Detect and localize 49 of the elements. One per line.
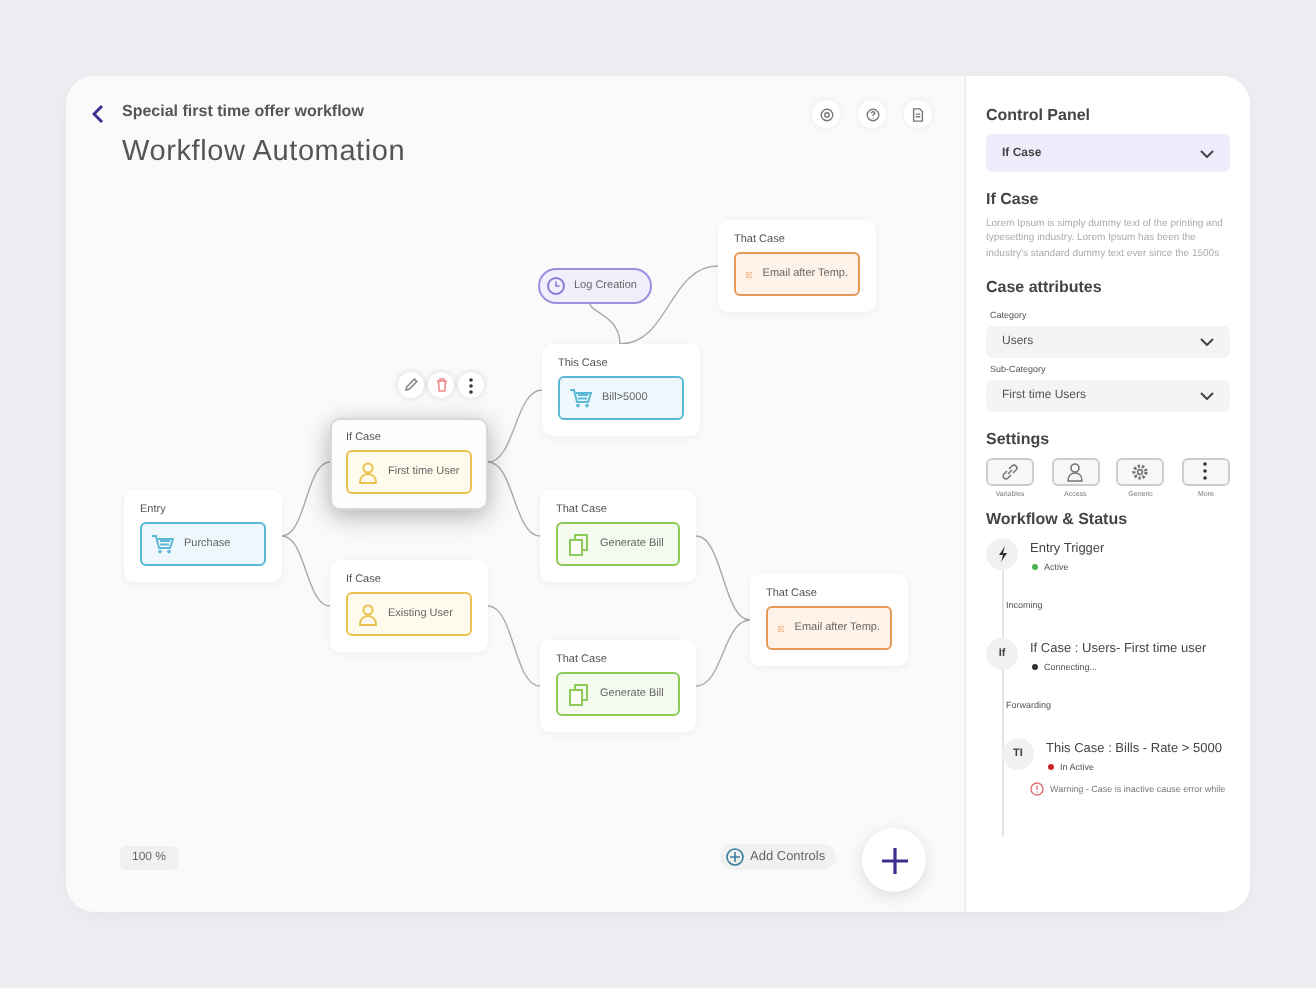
delete-button[interactable] xyxy=(428,372,454,398)
view-button[interactable] xyxy=(812,100,840,128)
more-icon xyxy=(468,377,474,393)
connector-line xyxy=(281,535,331,607)
document-stack-icon xyxy=(568,683,590,705)
more-button[interactable] xyxy=(458,372,484,398)
chevron-down-icon xyxy=(1200,149,1214,157)
settings-button[interactable] xyxy=(1051,457,1100,486)
settings-button[interactable] xyxy=(986,457,1034,486)
add-button[interactable] xyxy=(862,828,926,892)
settings-button[interactable] xyxy=(1181,457,1230,486)
person-icon xyxy=(358,603,378,625)
settings-button[interactable] xyxy=(1116,457,1165,486)
document-button[interactable] xyxy=(904,100,932,128)
cart-icon xyxy=(570,388,592,408)
connector-line xyxy=(487,389,543,463)
pencil-icon xyxy=(404,378,418,392)
document-icon xyxy=(912,107,924,121)
gear-icon xyxy=(1130,461,1151,482)
cart-icon xyxy=(152,534,174,554)
edit-button[interactable] xyxy=(398,372,424,398)
section-heading: If Case xyxy=(986,190,1041,208)
connector-line xyxy=(281,461,331,537)
breadcrumb: Special first time offer workflow xyxy=(122,102,364,120)
lightning-icon xyxy=(997,545,1007,562)
connector-line xyxy=(695,535,751,621)
chevron-down-icon xyxy=(1200,391,1214,400)
document-stack-icon xyxy=(568,533,590,555)
warning-icon xyxy=(1030,781,1044,796)
plus-icon xyxy=(881,847,907,873)
help-icon xyxy=(865,107,879,121)
help-button[interactable] xyxy=(858,100,886,128)
section-heading: Settings xyxy=(986,429,1052,448)
panel-title: Control Panel xyxy=(986,106,1093,124)
section-heading: Workflow & Status xyxy=(986,509,1130,528)
chevron-down-icon xyxy=(1200,337,1214,346)
section-heading: Case attributes xyxy=(986,277,1104,296)
trash-icon xyxy=(435,378,447,392)
page-title: Workflow Automation xyxy=(122,136,406,168)
more-icon xyxy=(1202,462,1209,481)
connector-line xyxy=(487,461,541,537)
person-icon xyxy=(358,461,378,483)
plus-circle-icon xyxy=(726,848,744,866)
connector-line xyxy=(695,619,751,687)
person-icon xyxy=(1066,461,1085,482)
clock-icon xyxy=(546,276,566,296)
link-icon xyxy=(1000,461,1020,482)
connector-line xyxy=(487,605,541,687)
back-icon[interactable] xyxy=(92,104,104,124)
